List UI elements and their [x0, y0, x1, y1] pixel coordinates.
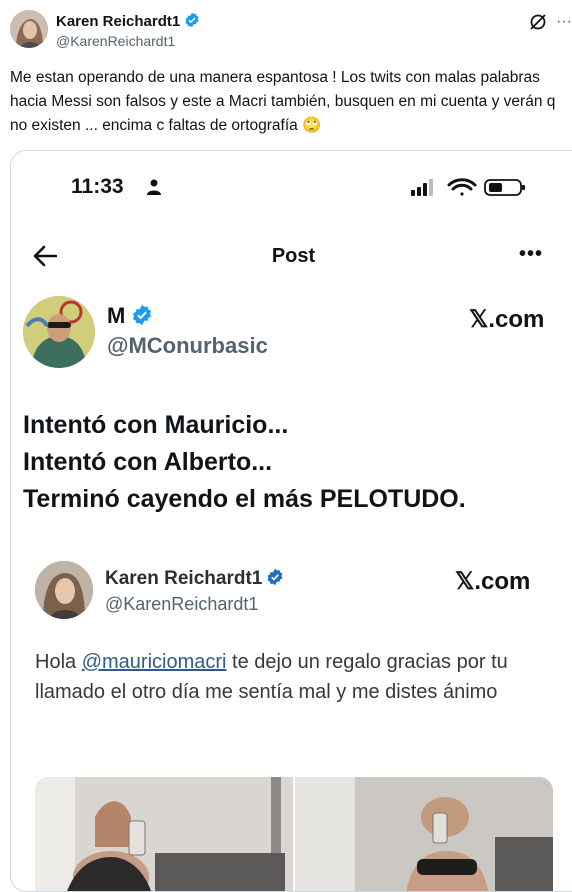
x-brand-label: 𝕏.com	[469, 306, 545, 333]
quoted-handle: @KarenReichardt1	[105, 594, 259, 614]
x-brand-label: 𝕏.com	[455, 568, 531, 595]
account-name-text: M	[107, 303, 126, 328]
quoted-photo-2	[295, 777, 553, 891]
mention-link: @mauriciomacri	[81, 651, 227, 673]
author-handle[interactable]: @KarenReichardt1	[56, 33, 175, 49]
quoted-name-text: Karen Reichardt1	[105, 568, 263, 589]
post-line-2: Intentó con Alberto...	[23, 448, 273, 476]
tweet-text: Me estan operando de una manera espantos…	[10, 69, 556, 134]
wifi-icon	[447, 178, 477, 196]
page-title: Post	[271, 245, 316, 267]
grok-icon[interactable]	[528, 12, 548, 32]
status-icons	[411, 178, 525, 196]
quoted-avatar	[35, 561, 93, 619]
tweet-media-screenshot[interactable]: 11:33 Post ••• M @MConurbasic 𝕏.com Inte…	[10, 150, 572, 892]
quoted-text-start: Hola	[35, 651, 82, 673]
quoted-photo-1	[35, 777, 293, 891]
person-icon	[147, 179, 161, 195]
battery-icon	[484, 179, 525, 196]
author-name-text[interactable]: Karen Reichardt1	[56, 13, 180, 30]
signal-icon	[411, 179, 433, 196]
account-handle: @MConurbasic	[107, 333, 268, 358]
account-name: M	[107, 303, 153, 329]
author-name[interactable]: Karen Reichardt1	[56, 12, 200, 30]
more-options-icon[interactable]: •••	[519, 243, 543, 266]
more-icon[interactable]: ···	[556, 14, 572, 30]
post-line-1: Intentó con Mauricio...	[23, 411, 289, 439]
quoted-name: Karen Reichardt1	[105, 568, 284, 590]
status-time: 11:33	[71, 175, 124, 198]
verified-badge-icon	[133, 304, 152, 326]
verified-badge-icon	[267, 568, 283, 586]
quoted-text: Hola @mauriciomacri te dejo un regalo gr…	[35, 647, 560, 707]
post-line-3: Terminó cayendo el más PELOTUDO.	[23, 485, 466, 513]
verified-badge-icon	[185, 12, 199, 28]
account-avatar[interactable]	[23, 296, 95, 368]
author-avatar[interactable]	[10, 10, 48, 48]
